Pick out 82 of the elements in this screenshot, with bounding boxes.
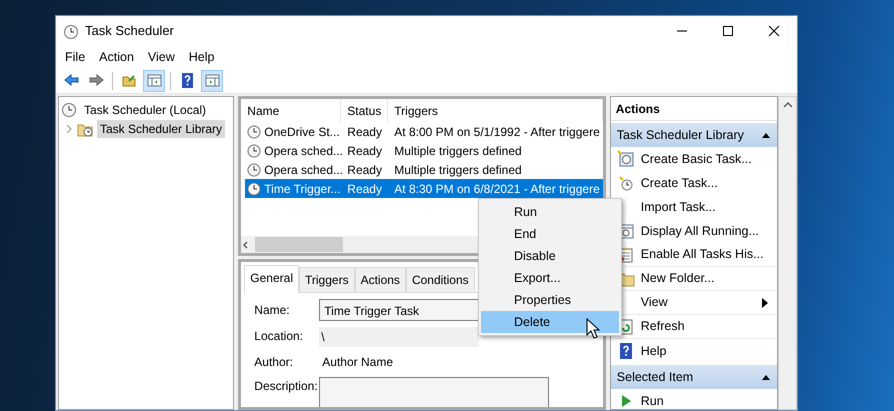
menu-item[interactable]: View [140,48,182,66]
field-label: Location: [253,328,304,345]
action-link[interactable]: Run [640,392,664,410]
table-cell-text: Ready [347,124,382,140]
menu-item[interactable]: File [58,48,92,66]
table-cell-text: Ready [347,162,382,178]
menu-item[interactable]: Export... [481,267,619,289]
field-label: Description: [253,378,319,395]
clock-icon [247,162,262,176]
action-link[interactable]: Display All Running... [640,222,759,240]
name-field[interactable]: Time Trigger Task [319,299,480,321]
tree-item[interactable]: Task Scheduler (Local) [81,100,210,118]
tree-item[interactable]: Task Scheduler Library [97,120,226,138]
menu-item[interactable]: Delete [481,311,619,333]
table-cell-text: Opera sched... [264,142,344,160]
panel-title: Actions [610,97,777,121]
section-title: Selected Item [616,368,694,386]
clock-icon [247,144,262,158]
table-cell-text: OneDrive St... [264,124,340,140]
table-cell-text: Opera sched... [264,162,344,178]
table-cell-text: At 8:00 PM on 5/1/1992 - After triggere [394,124,600,140]
tab[interactable]: Actions [354,267,406,292]
wizard-icon [616,150,635,168]
table-cell-text: At 8:30 PM on 6/8/2021 - After triggere [394,180,600,198]
section-header[interactable]: Selected Item [610,365,777,389]
task-row[interactable]: Opera sched... Ready Multiple triggers defined [245,160,603,179]
menu-item[interactable]: End [481,223,619,245]
close-icon[interactable] [766,25,782,37]
window-title: Task Scheduler [85,22,174,40]
clock-icon [616,174,635,192]
menu-item[interactable]: Help [182,48,222,66]
tab[interactable]: General [244,265,299,293]
clock-icon [61,102,77,118]
table-cell-text: Multiple triggers defined [394,162,522,178]
task-row[interactable]: Opera sched... Ready Multiple triggers defined [245,141,603,160]
table-cell-text: Ready [347,180,382,198]
action-link[interactable]: Create Task... [640,174,718,192]
clock-icon [247,124,262,138]
column-header[interactable]: Name [241,99,342,122]
table-cell-text: Time Trigger... [264,180,341,198]
toolbar-button[interactable] [201,70,223,92]
scroll-up-icon[interactable] [782,101,792,109]
menu-item[interactable]: Run [481,201,619,223]
maximize-icon[interactable] [720,25,736,37]
action-link[interactable]: View [640,293,668,312]
field-label: Author: [253,354,294,371]
vertical-scrollbar[interactable] [778,96,797,410]
mouse-cursor-icon [586,318,600,340]
collapse-icon[interactable] [761,373,771,381]
expander-icon[interactable] [65,124,73,134]
location-field: \ [319,327,480,347]
task-row[interactable]: Time Trigger... Ready At 8:30 PM on 6/8/2021 - After triggere [245,179,603,198]
section-title: Task Scheduler Library [616,126,744,144]
action-link[interactable]: Help [640,342,666,360]
tab[interactable]: Conditions [406,267,475,292]
menu-item[interactable]: Action [92,48,141,66]
tab[interactable]: Triggers [299,267,355,292]
action-link[interactable]: Enable All Tasks His... [640,245,764,264]
author-value: Author Name [321,354,393,371]
action-link[interactable]: Create Basic Task... [640,150,752,168]
collapse-icon[interactable] [761,131,771,139]
task-row[interactable]: OneDrive St... Ready At 8:00 PM on 5/1/1992 - After triggere [245,122,603,141]
clock-icon [63,24,79,40]
toolbar-button[interactable] [143,70,165,92]
menu-item[interactable]: Disable [481,245,619,267]
column-header[interactable]: Status [341,99,388,122]
section-header[interactable]: Task Scheduler Library [610,123,777,147]
back-arrow-icon [62,72,80,89]
table-cell-text: Multiple triggers defined [394,142,522,160]
table-cell-text: Ready [347,142,382,160]
panel-icon [204,72,220,89]
menu-item[interactable]: Properties [481,289,619,311]
panel-icon [146,72,162,89]
scrollbar-thumb[interactable] [255,237,344,252]
action-link[interactable]: Refresh [640,317,685,336]
submenu-arrow-icon [761,298,769,308]
clock-icon [247,182,262,196]
column-header[interactable]: Triggers [388,99,603,122]
forward-arrow-icon [88,72,104,89]
action-link[interactable]: New Folder... [640,269,714,288]
action-link[interactable]: Import Task... [640,198,716,216]
field-label: Name: [253,302,291,319]
